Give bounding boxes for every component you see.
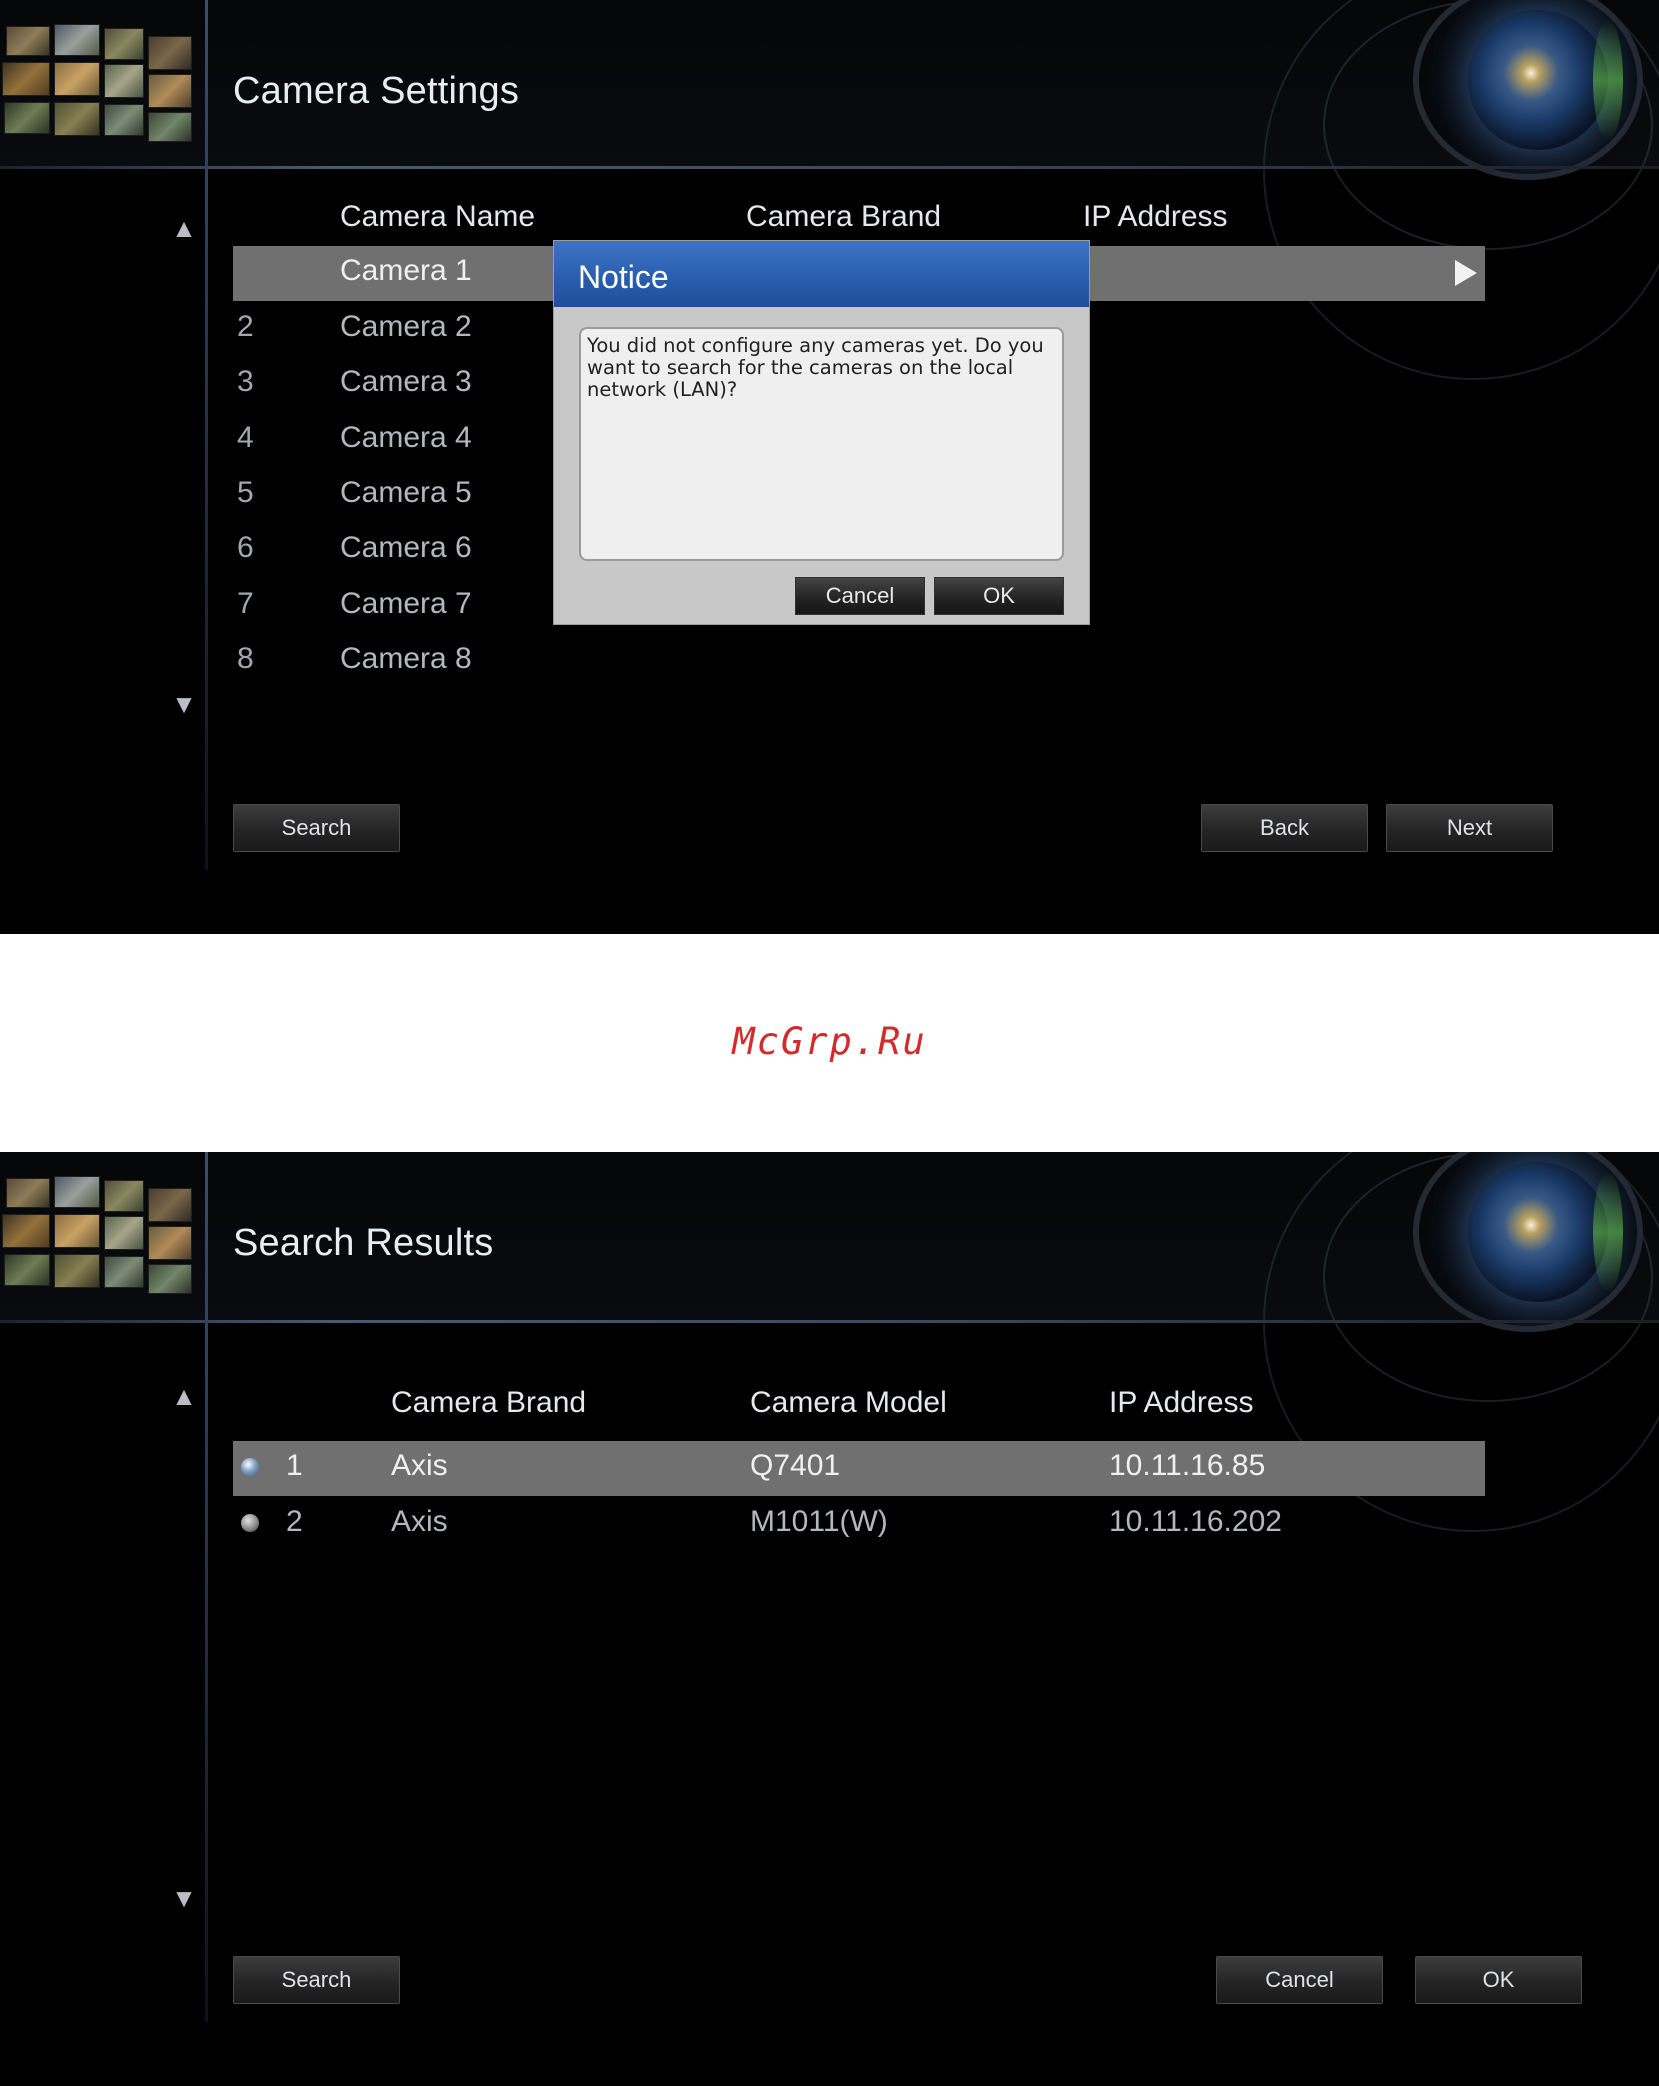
column-header-camera-brand: Camera Brand bbox=[391, 1386, 587, 1419]
camera-name: Camera 5 bbox=[340, 476, 472, 509]
camera-settings-screen: Camera Settings ▲ ▼ Camera Name Camera B… bbox=[0, 0, 1659, 934]
watermark: McGrp.Ru bbox=[732, 1020, 927, 1063]
video-wall-icon bbox=[0, 20, 205, 148]
video-wall-icon bbox=[0, 1172, 205, 1300]
column-header-camera-name: Camera Name bbox=[340, 200, 536, 233]
camera-brand: Axis bbox=[391, 1505, 448, 1538]
camera-name: Camera 8 bbox=[340, 642, 472, 675]
camera-brand: Axis bbox=[391, 1449, 448, 1482]
column-header-camera-brand: Camera Brand bbox=[746, 200, 942, 233]
play-arrow-icon[interactable] bbox=[1455, 260, 1477, 286]
row-number: 2 bbox=[237, 310, 254, 343]
dialog-cancel-button[interactable]: Cancel bbox=[795, 577, 925, 615]
camera-name: Camera 1 bbox=[340, 254, 472, 287]
header-divider bbox=[0, 1320, 1659, 1323]
dialog-message: You did not configure any cameras yet. D… bbox=[587, 334, 1044, 401]
camera-name: Camera 3 bbox=[340, 365, 472, 398]
dialog-ok-button[interactable]: OK bbox=[934, 577, 1064, 615]
radio-selected-icon[interactable] bbox=[241, 1458, 259, 1476]
row-number: 2 bbox=[286, 1505, 303, 1538]
notice-dialog: Notice You did not configure any cameras… bbox=[553, 240, 1090, 625]
camera-name: Camera 4 bbox=[340, 421, 472, 454]
sidebar-divider bbox=[205, 1152, 208, 2022]
dialog-title: Notice bbox=[578, 259, 669, 295]
scroll-up-icon[interactable]: ▲ bbox=[170, 1382, 198, 1410]
next-button[interactable]: Next bbox=[1386, 804, 1553, 852]
back-button[interactable]: Back bbox=[1201, 804, 1368, 852]
radio-icon[interactable] bbox=[241, 1514, 259, 1532]
cancel-button[interactable]: Cancel bbox=[1216, 1956, 1383, 2004]
column-header-ip-address: IP Address bbox=[1083, 200, 1228, 233]
search-result-row[interactable]: 1 Axis Q7401 10.11.16.85 bbox=[233, 1441, 1485, 1496]
header-divider bbox=[0, 166, 1659, 169]
row-number: 4 bbox=[237, 421, 254, 454]
ip-address: 10.11.16.85 bbox=[1109, 1449, 1266, 1482]
camera-model: M1011(W) bbox=[750, 1505, 888, 1538]
camera-name: Camera 6 bbox=[340, 531, 472, 564]
row-number: 6 bbox=[237, 531, 254, 564]
search-button[interactable]: Search bbox=[233, 1956, 400, 2004]
scroll-up-icon[interactable]: ▲ bbox=[170, 214, 198, 242]
page-title: Search Results bbox=[233, 1222, 494, 1264]
dialog-message-box: You did not configure any cameras yet. D… bbox=[579, 327, 1064, 561]
page-title: Camera Settings bbox=[233, 70, 520, 112]
search-button[interactable]: Search bbox=[233, 804, 400, 852]
ip-address: 10.11.16.202 bbox=[1109, 1505, 1282, 1538]
search-result-row[interactable]: 2 Axis M1011(W) 10.11.16.202 bbox=[233, 1497, 1485, 1552]
camera-row[interactable]: 8 Camera 8 bbox=[233, 634, 1485, 689]
column-header-ip-address: IP Address bbox=[1109, 1386, 1254, 1419]
row-number: 1 bbox=[286, 1449, 303, 1482]
row-number: 7 bbox=[237, 587, 254, 620]
scroll-down-icon[interactable]: ▼ bbox=[170, 1884, 198, 1912]
row-number: 8 bbox=[237, 642, 254, 675]
camera-name: Camera 7 bbox=[340, 587, 472, 620]
search-results-screen: Search Results ▲ ▼ Camera Brand Camera M… bbox=[0, 1152, 1659, 2086]
camera-name: Camera 2 bbox=[340, 310, 472, 343]
dialog-header: Notice bbox=[554, 241, 1089, 307]
ok-button[interactable]: OK bbox=[1415, 1956, 1582, 2004]
scroll-down-icon[interactable]: ▼ bbox=[170, 690, 198, 718]
camera-model: Q7401 bbox=[750, 1449, 841, 1482]
row-number: 3 bbox=[237, 365, 254, 398]
sidebar-divider bbox=[205, 0, 208, 870]
column-header-camera-model: Camera Model bbox=[750, 1386, 947, 1419]
row-number: 5 bbox=[237, 476, 254, 509]
